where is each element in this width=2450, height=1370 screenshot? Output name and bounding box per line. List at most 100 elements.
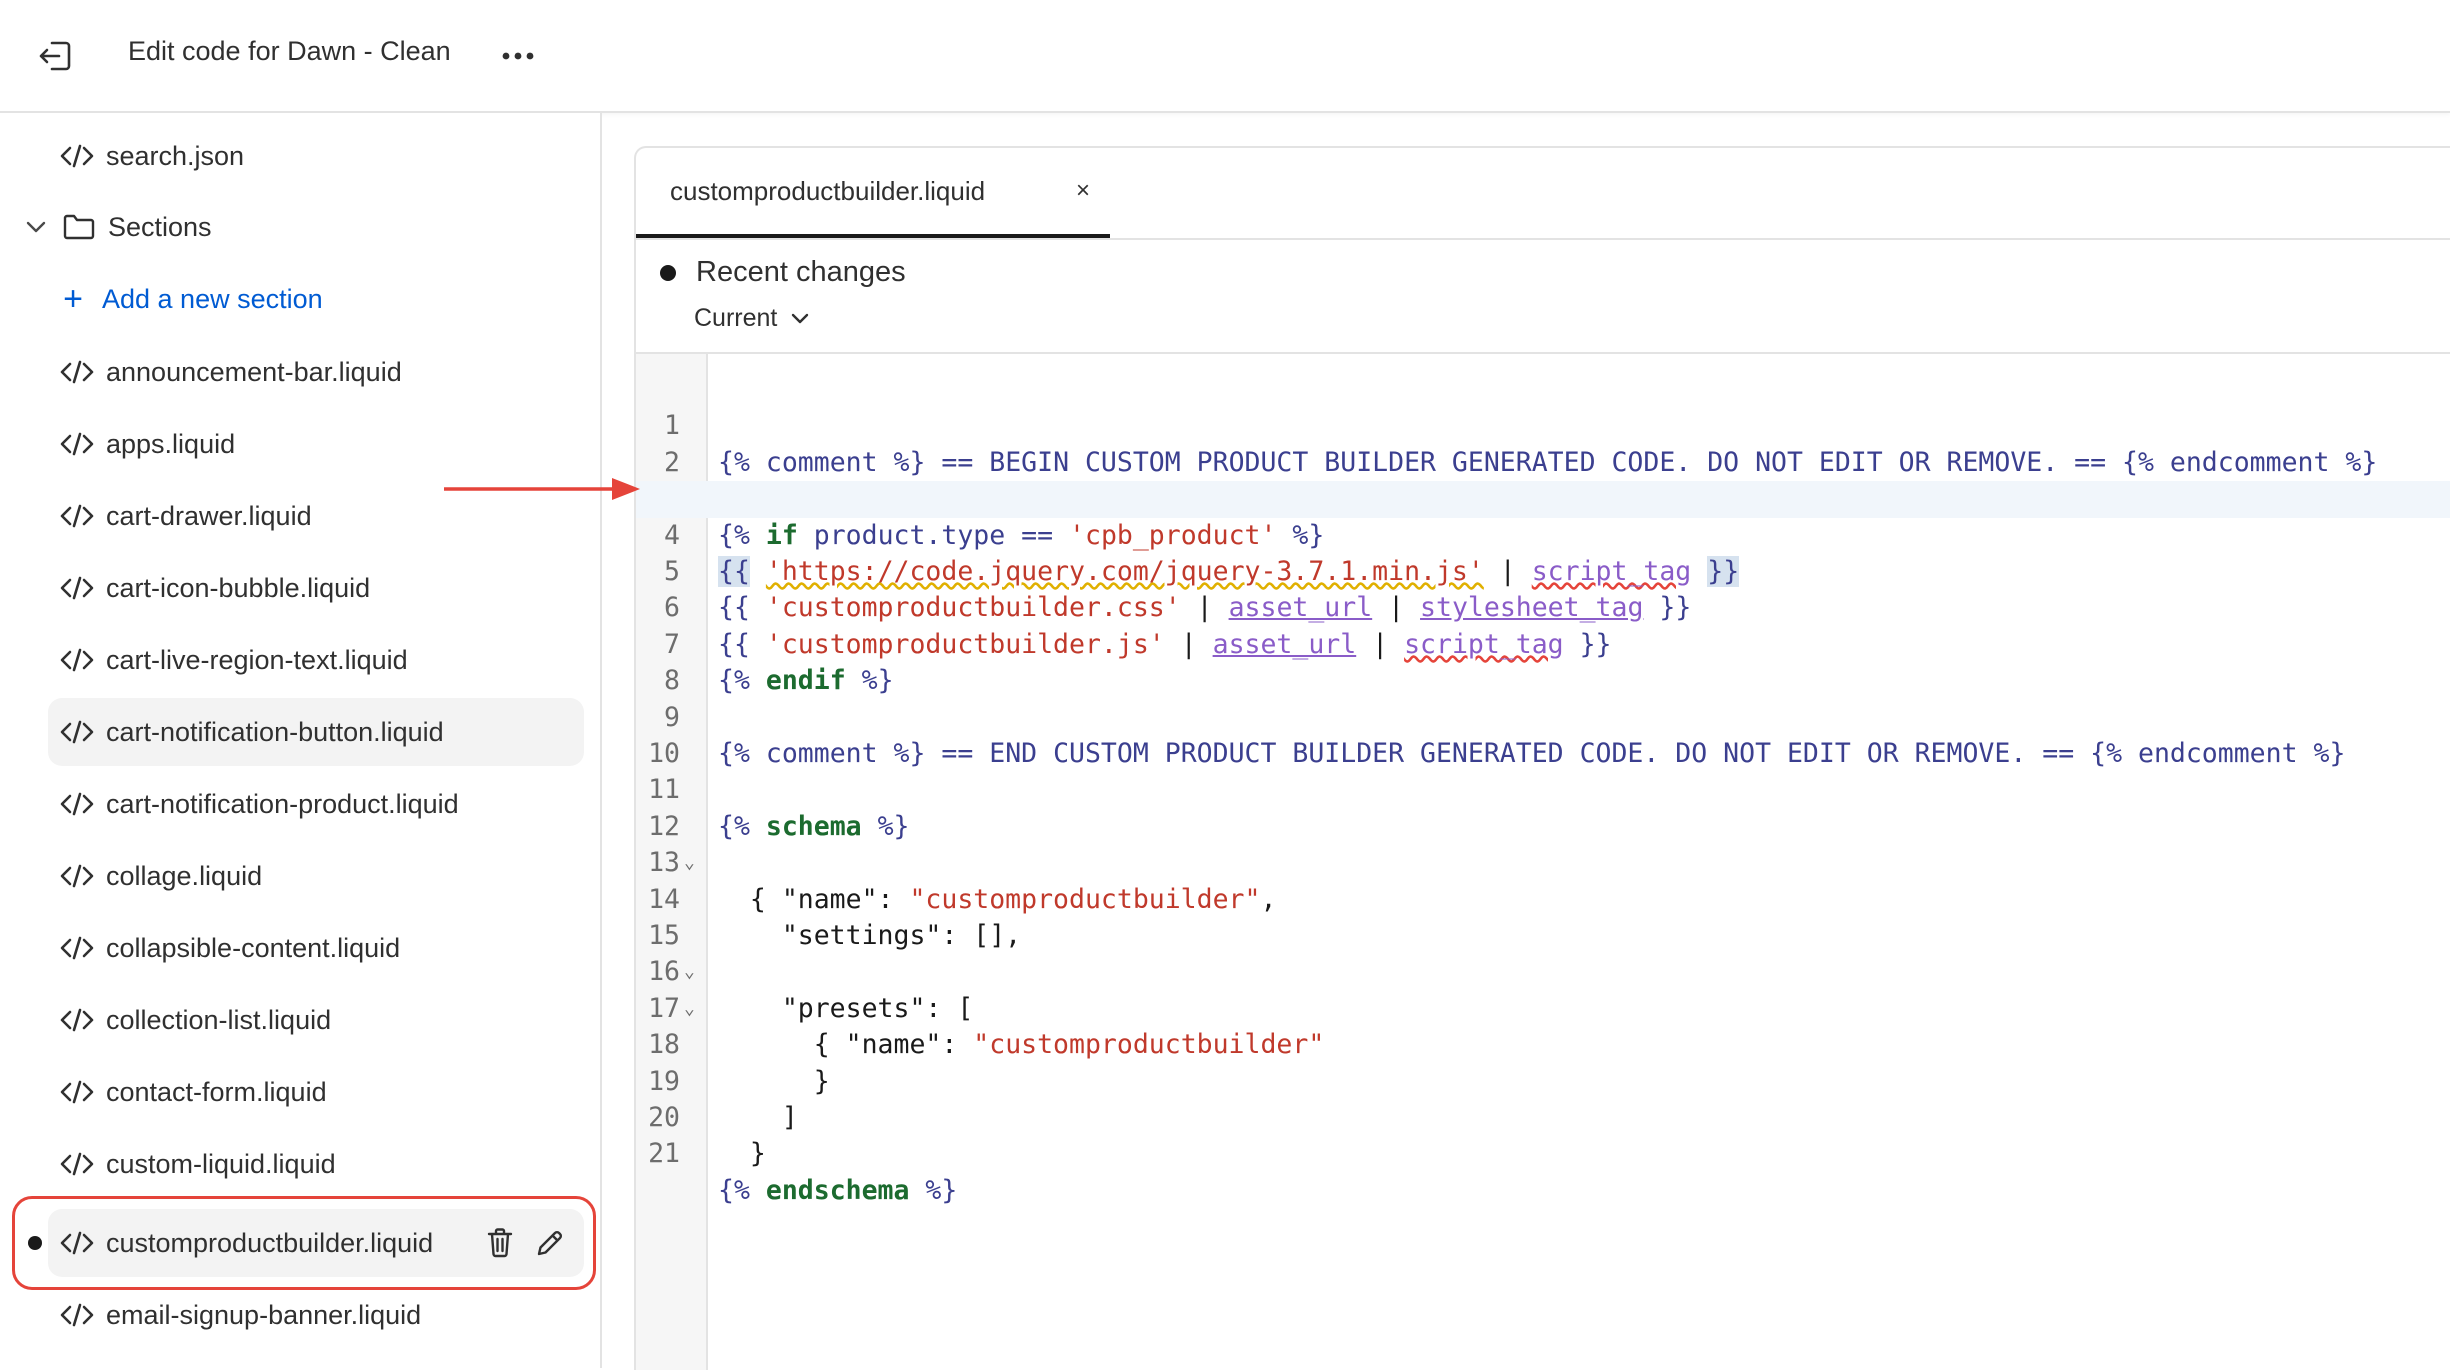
- code-file-icon: [60, 1080, 94, 1104]
- tab-customproductbuilder[interactable]: customproductbuilder.liquid ×: [636, 148, 1110, 238]
- file-item-cart-notification-button[interactable]: cart-notification-button.liquid: [48, 698, 584, 766]
- file-item-collapsible-content[interactable]: collapsible-content.liquid: [48, 914, 584, 982]
- code-line: 7 {% endif %}: [636, 590, 2450, 696]
- code-line: 21 {% endschema %}: [636, 1100, 2450, 1205]
- file-name: cart-notification-product.liquid: [106, 788, 459, 819]
- file-name: announcement-bar.liquid: [106, 356, 402, 387]
- file-name: email-signup-banner.liquid: [106, 1299, 422, 1330]
- code-file-icon: [60, 432, 94, 456]
- code-line: 9 {% comment %} == END CUSTOM PRODUCT BU…: [636, 663, 2450, 769]
- code-line: 18 }: [636, 991, 2450, 1096]
- code-file-icon: [60, 1008, 94, 1032]
- code-line: 11 {% schema %}: [636, 736, 2450, 841]
- file-name: apps.liquid: [106, 428, 236, 459]
- annotation-arrow: [444, 478, 640, 500]
- version-label: Current: [694, 304, 778, 332]
- code-line: 1 {% comment %} == BEGIN CUSTOM PRODUCT …: [636, 372, 2450, 477]
- file-name: contact-form.liquid: [106, 1076, 327, 1107]
- exit-icon: [39, 41, 71, 71]
- file-item-collage[interactable]: collage.liquid: [48, 842, 584, 910]
- file-name: cart-live-region-text.liquid: [106, 644, 408, 675]
- code-line: 19 ]: [636, 1027, 2450, 1133]
- code-line: 16 ⌄ {: [636, 918, 2450, 1060]
- top-bar: Edit code for Dawn - Clean: [0, 0, 2450, 113]
- file-name: cart-drawer.liquid: [106, 500, 312, 531]
- file-item-customproductbuilder[interactable]: customproductbuilder.liquid: [48, 1209, 584, 1277]
- unsaved-dot: [660, 264, 676, 281]
- file-name: collage.liquid: [106, 860, 263, 891]
- exit-editor-button[interactable]: [34, 34, 78, 78]
- code-line: 14 "settings": [],: [636, 845, 2450, 951]
- code-file-icon: [60, 648, 94, 672]
- code-line-active: 4 {{ 'https://code.jquery.com/jquery-3.7…: [636, 481, 2450, 587]
- file-item-cart-icon-bubble[interactable]: cart-icon-bubble.liquid: [48, 554, 584, 622]
- code-file-icon: [60, 792, 94, 816]
- line-number: 21: [648, 1138, 680, 1170]
- file-name: customproductbuilder.liquid: [106, 1227, 434, 1258]
- file-name: collapsible-content.liquid: [106, 932, 401, 963]
- code-line: 5 {{ 'customproductbuilder.css' | asset_…: [636, 518, 2450, 623]
- code-line: 15 ⌄ "presets": [: [636, 882, 2450, 1024]
- file-actions: [482, 1223, 568, 1263]
- code-line: 8: [636, 627, 2450, 696]
- more-actions-button[interactable]: [496, 34, 540, 78]
- code-file-icon: [60, 720, 94, 744]
- file-item-announcement-bar[interactable]: announcement-bar.liquid: [48, 338, 584, 406]
- page-title: Edit code for Dawn - Clean: [128, 36, 451, 66]
- file-name: cart-icon-bubble.liquid: [106, 572, 371, 603]
- modified-dot: [28, 1236, 42, 1250]
- file-item-custom-liquid[interactable]: custom-liquid.liquid: [48, 1130, 584, 1198]
- version-selector[interactable]: Current: [694, 304, 809, 333]
- file-item-apps[interactable]: apps.liquid: [48, 410, 584, 478]
- code-file-icon: [60, 936, 94, 960]
- code-file-icon: [60, 1231, 94, 1255]
- code-file-icon: [60, 864, 94, 888]
- code-file-icon: [60, 1303, 94, 1327]
- code-line: 2: [636, 408, 2450, 478]
- file-item-contact-form[interactable]: contact-form.liquid: [48, 1058, 584, 1126]
- pencil-icon: [537, 1230, 563, 1256]
- code-line: 17 "name": "customproductbuilder": [636, 954, 2450, 1060]
- delete-file-button[interactable]: [482, 1223, 518, 1263]
- line-text: {% endschema %}: [718, 1173, 957, 1209]
- chevron-down-icon: [20, 211, 52, 243]
- plus-icon: +: [63, 280, 83, 318]
- code-line: 12 ⌄ {: [636, 772, 2450, 915]
- code-area[interactable]: 1 {% comment %} == BEGIN CUSTOM PRODUCT …: [636, 354, 2450, 1370]
- liquid-delim: {%: [718, 1174, 750, 1206]
- file-sidebar: search.json Sections + Add a new section…: [0, 113, 602, 1368]
- code-line: 6 {{ 'customproductbuilder.js' | asset_u…: [636, 554, 2450, 659]
- file-name: custom-liquid.liquid: [106, 1148, 336, 1179]
- rename-file-button[interactable]: [532, 1223, 568, 1263]
- code-line: 13 "name": "customproductbuilder",: [636, 809, 2450, 914]
- tab-divider: [636, 238, 2450, 240]
- code-file-icon: [60, 576, 94, 600]
- file-name: collection-list.liquid: [106, 1004, 332, 1035]
- more-horizontal-icon: [502, 52, 534, 60]
- file-item-email-signup-banner[interactable]: email-signup-banner.liquid: [48, 1281, 584, 1349]
- file-name: cart-notification-button.liquid: [106, 716, 444, 747]
- liquid-keyword: endschema: [749, 1174, 926, 1206]
- folder-sections[interactable]: Sections: [20, 193, 212, 261]
- code-file-icon: [60, 360, 94, 384]
- file-item-search-json[interactable]: search.json: [48, 122, 584, 190]
- close-tab-button[interactable]: ×: [1068, 176, 1098, 206]
- file-name: search.json: [106, 140, 245, 171]
- folder-icon: [63, 214, 95, 240]
- code-file-icon: [60, 144, 94, 168]
- file-item-cart-notification-product[interactable]: cart-notification-product.liquid: [48, 770, 584, 838]
- liquid-delim: %}: [925, 1174, 958, 1206]
- recent-changes-indicator: Recent changes: [660, 256, 906, 289]
- code-line: 20 }: [636, 1064, 2450, 1169]
- tab-label: customproductbuilder.liquid: [670, 175, 986, 206]
- folder-name: Sections: [108, 211, 212, 242]
- recent-changes-label: Recent changes: [696, 256, 906, 288]
- code-line: 3 {% if product.type == 'cpb_product' %}: [636, 445, 2450, 550]
- code-file-icon: [60, 1152, 94, 1176]
- file-item-collection-list[interactable]: collection-list.liquid: [48, 986, 584, 1054]
- file-item-cart-live-region-text[interactable]: cart-live-region-text.liquid: [48, 626, 584, 694]
- code-editor-pane: customproductbuilder.liquid × Recent cha…: [634, 146, 2450, 1370]
- add-new-section-link[interactable]: + Add a new section: [58, 265, 323, 333]
- code-file-icon: [60, 504, 94, 528]
- code-line: 10: [636, 700, 2450, 769]
